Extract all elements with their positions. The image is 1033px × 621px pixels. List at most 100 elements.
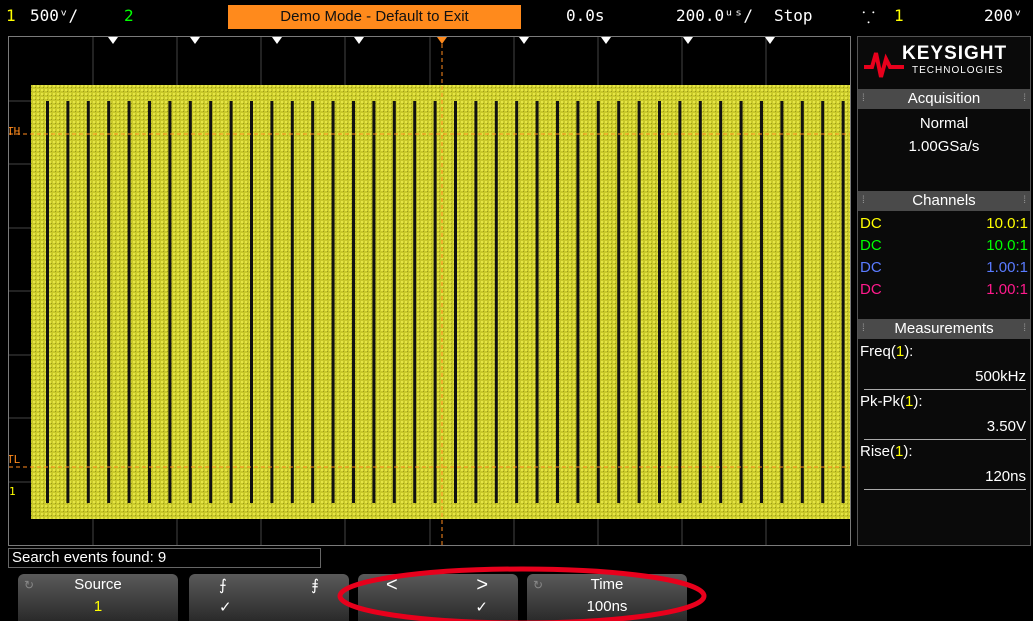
event-marker-icon: [765, 37, 775, 44]
keysight-logo: KEYSIGHT TECHNOLOGIES: [858, 37, 1030, 89]
waveform-gap: [800, 101, 804, 503]
waveform-gap: [678, 101, 682, 503]
channel-row-2[interactable]: DC 10.0:1: [860, 237, 1028, 259]
source-label: Source: [74, 576, 122, 593]
navigate-softkey[interactable]: < > ✓: [358, 574, 518, 621]
tl-marker: TL: [8, 453, 21, 466]
waveform-gap: [535, 101, 539, 503]
waveform-gap: [637, 101, 641, 503]
waveform-gap: [311, 101, 315, 503]
side-panel: KEYSIGHT TECHNOLOGIES ⁞ Acquisition ⁞ Norm…: [857, 36, 1031, 546]
waveform-display[interactable]: TH TL 1: [8, 36, 851, 546]
waveform-gap: [576, 101, 580, 503]
brand-sub: TECHNOLOGIES: [912, 65, 1004, 76]
meas-pkpk-value: 3.50V: [986, 418, 1026, 435]
channels-header[interactable]: ⁞ Channels ⁞: [858, 191, 1030, 211]
event-marker-icon: [683, 37, 693, 44]
waveform-gap: [270, 101, 274, 503]
waveform-gap: [209, 101, 213, 503]
channel-row-3[interactable]: DC 1.00:1: [860, 259, 1028, 281]
waveform-gap: [821, 101, 825, 503]
timebase-readout[interactable]: 200.0ᵘˢ/: [676, 6, 753, 25]
slope-check: ✓: [219, 599, 232, 616]
waveform-gap: [127, 101, 131, 503]
waveform-gap: [454, 101, 457, 503]
falling-edge-icon: ⨎: [311, 577, 319, 594]
event-marker-icon: [601, 37, 611, 44]
time-softkey[interactable]: ↻ Time 100ns: [527, 574, 687, 621]
acq-rate: 1.00GSa/s: [908, 138, 980, 155]
navigate-check: ✓: [475, 599, 488, 616]
trigger-source[interactable]: 1: [894, 6, 904, 25]
waveform-gap: [229, 101, 233, 503]
waveform-gap: [352, 101, 355, 503]
waveform-gap: [494, 101, 498, 503]
event-marker-icon: [437, 37, 447, 44]
channel-row-1[interactable]: DC 10.0:1: [860, 215, 1028, 237]
event-marker-icon: [108, 37, 118, 44]
graticule: [9, 37, 850, 545]
meas-freq-label[interactable]: Freq(1):: [860, 343, 913, 360]
run-status[interactable]: Stop: [774, 6, 813, 25]
event-marker-icon: [519, 37, 529, 44]
acq-mode: Normal: [919, 115, 969, 132]
waveform-gap: [148, 101, 151, 503]
keysight-wave-icon: [864, 52, 904, 78]
divider: [864, 389, 1026, 390]
waveform-gap: [392, 101, 396, 503]
acquisition-header[interactable]: ⁞ Acquisition ⁞: [858, 89, 1030, 109]
trigger-type-icon: ⸪: [862, 8, 876, 27]
waveform-gap: [739, 101, 743, 503]
waveform-gap: [290, 101, 294, 503]
waveform-gap: [474, 101, 478, 503]
rising-edge-icon: ⨍: [219, 577, 227, 594]
waveform-gap: [107, 101, 111, 503]
waveform-gap: [841, 101, 845, 503]
measurements-header[interactable]: ⁞ Measurements ⁞: [858, 319, 1030, 339]
meas-rise-value: 120ns: [985, 468, 1026, 485]
event-marker-icon: [190, 37, 200, 44]
waveform-gap: [168, 101, 172, 503]
meas-freq-value: 500kHz: [975, 368, 1026, 385]
search-events-status: Search events found: 9: [8, 548, 321, 568]
waveform-gap: [372, 101, 376, 503]
ch1-waveform-band: [31, 85, 850, 519]
prev-event-button[interactable]: <: [386, 574, 398, 597]
next-event-button[interactable]: >: [476, 574, 488, 597]
waveform-gap: [46, 101, 49, 503]
delay-readout[interactable]: 0.0s: [566, 6, 605, 25]
trigger-level[interactable]: 200ᵛ: [984, 6, 1023, 25]
th-marker: TH: [8, 125, 21, 138]
waveform-gap: [433, 101, 437, 503]
source-value: 1: [93, 598, 103, 615]
slope-softkey[interactable]: ⨍ ⨎ ✓: [189, 574, 349, 621]
time-label: Time: [590, 576, 624, 593]
ch1-number[interactable]: 1: [6, 6, 16, 25]
meas-rise-label[interactable]: Rise(1):: [860, 443, 913, 460]
waveform-gap: [188, 101, 192, 503]
waveform-gap: [698, 101, 702, 503]
meas-pkpk-label[interactable]: Pk-Pk(1):: [860, 393, 923, 410]
ch2-number[interactable]: 2: [124, 6, 134, 25]
waveform-gap: [331, 101, 335, 503]
waveform-gap: [515, 101, 519, 503]
waveform-gap: [250, 101, 253, 503]
waveform-gap: [719, 101, 723, 503]
waveform-gap: [596, 101, 600, 503]
event-marker-icon: [354, 37, 364, 44]
waveform-gap: [86, 101, 90, 503]
waveform-gap: [66, 101, 70, 503]
source-softkey[interactable]: ↻ Source 1: [18, 574, 178, 621]
divider: [864, 489, 1026, 490]
divider: [864, 439, 1026, 440]
waveform-gap: [556, 101, 559, 503]
demo-mode-banner[interactable]: Demo Mode - Default to Exit: [228, 5, 521, 29]
ch1-ground-marker[interactable]: 1: [9, 485, 16, 498]
waveform-gap: [760, 101, 763, 503]
ch1-scale[interactable]: 500ᵛ/: [30, 6, 78, 25]
event-marker-icon: [272, 37, 282, 44]
channel-row-4[interactable]: DC 1.00:1: [860, 281, 1028, 303]
brand-name: KEYSIGHT: [902, 43, 1008, 64]
time-value: 100ns: [586, 598, 628, 615]
waveform-gap: [413, 101, 417, 503]
